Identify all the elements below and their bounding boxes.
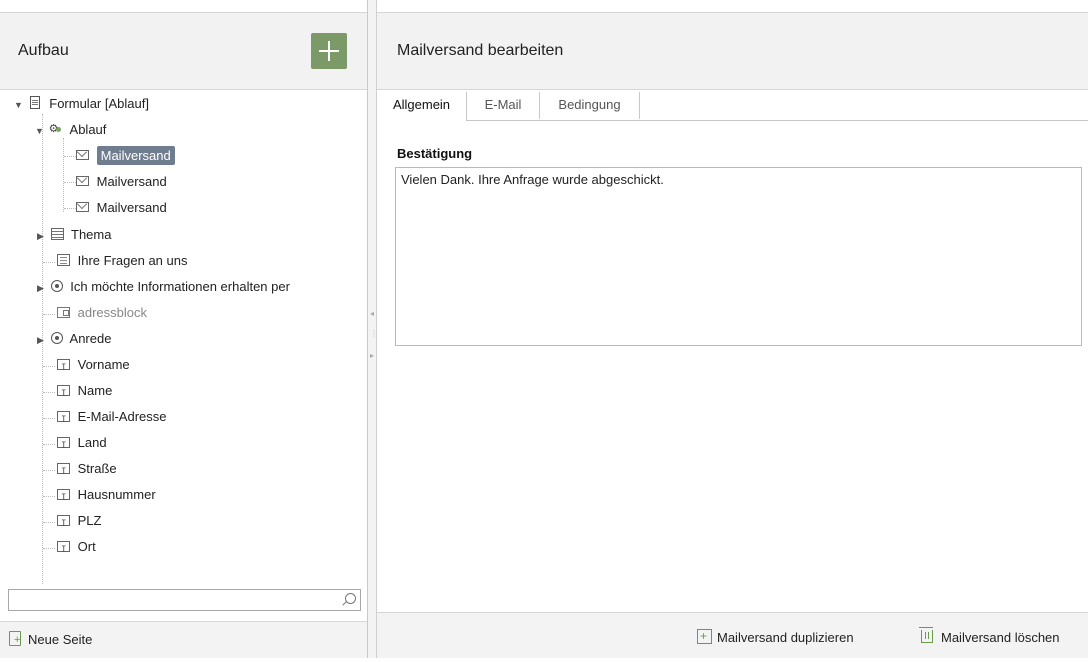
tree-item-label: Formular [Ablauf] xyxy=(49,96,149,111)
text-field-icon xyxy=(57,538,70,562)
tab-email[interactable]: E-Mail xyxy=(467,92,540,119)
editor-tabs: Allgemein E-Mail Bedingung xyxy=(377,92,1088,121)
tree-item-street[interactable]: Straße xyxy=(57,457,117,484)
tree-item-label: Straße xyxy=(77,461,117,476)
tree-item-city[interactable]: Ort xyxy=(57,535,96,562)
tree-item-label: Ich möchte Informationen erhalten per xyxy=(70,279,290,294)
new-page-icon xyxy=(9,631,21,646)
form-icon xyxy=(29,96,40,109)
tree-item-name[interactable]: Name xyxy=(57,379,113,406)
confirmation-label: Bestätigung xyxy=(397,146,473,161)
text-field-icon xyxy=(57,434,70,458)
expand-toggle-icon[interactable]: ▶ xyxy=(37,276,47,300)
editor-title: Mailversand bearbeiten xyxy=(397,42,564,59)
splitter-grip-icon[interactable]: ⋮ xyxy=(370,330,378,338)
text-field-icon xyxy=(57,460,70,484)
structure-header: Aufbau xyxy=(0,12,367,90)
tree-item-mail-3[interactable]: Mailversand xyxy=(76,196,167,220)
tree-item-first-name[interactable]: Vorname xyxy=(57,353,130,380)
trash-icon xyxy=(919,627,933,643)
expand-toggle-icon[interactable]: ▶ xyxy=(37,328,47,352)
add-button[interactable] xyxy=(311,33,347,69)
tree-item-label: adressblock xyxy=(77,305,147,320)
tree-item-label: Vorname xyxy=(77,357,130,372)
table-icon xyxy=(50,228,64,240)
tree-item-mail-1[interactable]: Mailversand xyxy=(76,144,175,168)
tree-item-form[interactable]: ▼ Formular [Ablauf] xyxy=(14,92,149,116)
tree-item-address-block[interactable]: adressblock xyxy=(57,301,147,325)
expand-toggle-icon[interactable]: ▼ xyxy=(14,93,24,117)
editor-footer: Mailversand duplizieren Mailversand lösc… xyxy=(377,612,1088,658)
confirmation-textarea[interactable]: Vielen Dank. Ihre Anfrage wurde abgeschi… xyxy=(395,167,1082,346)
tree-item-label: Ablauf xyxy=(69,122,107,137)
tree-item-topic[interactable]: ▶ Thema xyxy=(37,223,111,247)
text-field-icon xyxy=(57,382,70,406)
tree-item-info-preference[interactable]: ▶ Ich möchte Informationen erhalten per xyxy=(37,275,290,299)
expand-toggle-icon[interactable]: ▶ xyxy=(37,224,47,248)
tree-item-country[interactable]: Land xyxy=(57,431,107,458)
search-icon[interactable] xyxy=(345,593,356,604)
tree-item-label: Mailversand xyxy=(96,174,167,189)
workflow-icon xyxy=(49,117,63,141)
tree-item-mail-2[interactable]: Mailversand xyxy=(76,170,167,194)
tree-item-salutation[interactable]: ▶ Anrede xyxy=(37,327,111,351)
tree-item-label: Anrede xyxy=(69,331,112,346)
structure-footer: Neue Seite xyxy=(0,621,367,658)
tree-item-label: Thema xyxy=(71,227,112,242)
mail-icon xyxy=(76,150,89,160)
collapse-left-icon[interactable]: ◂ xyxy=(370,310,374,318)
text-field-icon xyxy=(57,408,70,432)
tree-item-label: PLZ xyxy=(77,513,102,528)
editor-header: Mailversand bearbeiten xyxy=(377,12,1088,90)
tree-item-questions[interactable]: Ihre Fragen an uns xyxy=(57,249,187,273)
tree-item-label: Name xyxy=(77,383,113,398)
tree-item-label: Land xyxy=(77,435,107,450)
text-field-icon xyxy=(57,512,70,536)
duplicate-mail-button[interactable]: Mailversand duplizieren xyxy=(717,613,854,663)
tree-item-label: Mailversand xyxy=(96,146,175,165)
tree-item-label: Mailversand xyxy=(96,200,167,215)
text-field-icon xyxy=(57,486,70,510)
new-page-button[interactable]: Neue Seite xyxy=(28,622,92,658)
text-field-icon xyxy=(57,356,70,380)
mail-icon xyxy=(76,176,89,186)
panel-splitter[interactable]: ◂ ⋮ ▸ xyxy=(368,0,378,658)
tree-item-label: E-Mail-Adresse xyxy=(77,409,167,424)
delete-mail-button[interactable]: Mailversand löschen xyxy=(941,613,1060,663)
duplicate-icon xyxy=(697,629,712,644)
structure-title: Aufbau xyxy=(18,42,69,59)
tree-item-label: Ort xyxy=(77,539,96,554)
radio-icon xyxy=(50,332,63,344)
tree-item-label: Hausnummer xyxy=(77,487,156,502)
collapse-right-icon[interactable]: ▸ xyxy=(370,352,374,360)
tab-general[interactable]: Allgemein xyxy=(377,92,467,121)
expand-toggle-icon[interactable]: ▼ xyxy=(35,119,45,143)
tree-item-house-number[interactable]: Hausnummer xyxy=(57,483,156,510)
editor-panel: Mailversand bearbeiten Allgemein E-Mail … xyxy=(377,0,1088,658)
mail-icon xyxy=(76,202,89,212)
tree-item-email[interactable]: E-Mail-Adresse xyxy=(57,405,167,432)
tab-condition[interactable]: Bedingung xyxy=(540,92,640,119)
textarea-icon xyxy=(57,254,70,266)
tree-item-label: Ihre Fragen an uns xyxy=(77,253,188,268)
tree-item-workflow[interactable]: ▼ Ablauf xyxy=(35,117,107,143)
radio-icon xyxy=(50,280,63,292)
structure-panel: Aufbau ▼ Formular [Ablauf] ▼ Ablauf Mail… xyxy=(0,0,368,658)
tree-search-input[interactable] xyxy=(8,589,361,611)
tree-item-zip[interactable]: PLZ xyxy=(57,509,102,536)
structure-tree: ▼ Formular [Ablauf] ▼ Ablauf Mailversand… xyxy=(0,92,366,584)
address-block-icon xyxy=(57,307,70,318)
